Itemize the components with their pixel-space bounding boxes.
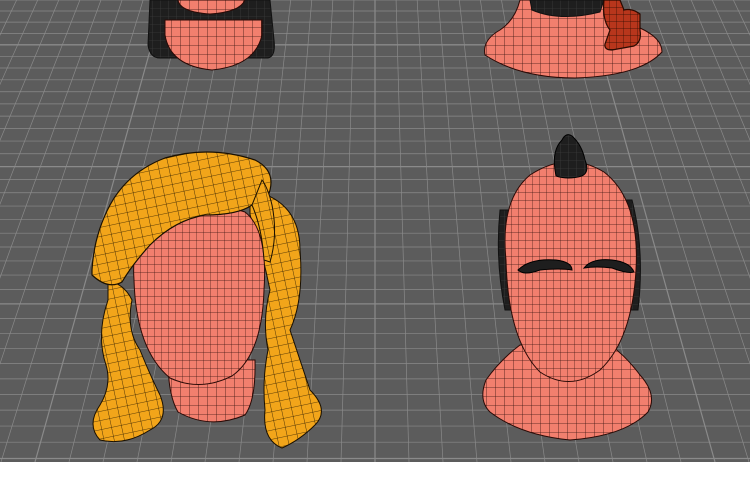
blonde-long-hair-head-model[interactable]: [91, 151, 322, 449]
dark-haired-head-model[interactable]: [147, 0, 275, 71]
viewport-canvas: [0, 0, 750, 462]
red-ponytail-head-model[interactable]: [484, 0, 663, 79]
bald-mohawk-head-model[interactable]: [482, 134, 653, 441]
3d-viewport[interactable]: [0, 0, 750, 462]
bottom-whitespace: [0, 462, 750, 492]
